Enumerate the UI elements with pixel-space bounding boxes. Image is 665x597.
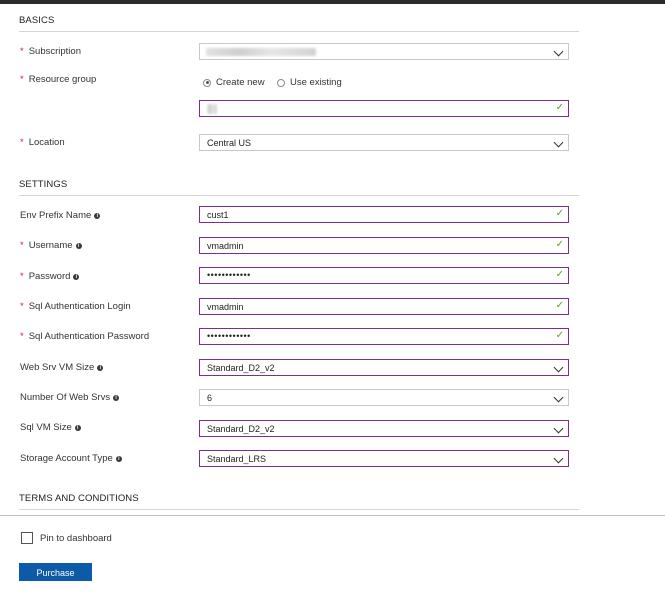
web-vm-size-value: Standard_D2_v2 <box>207 363 275 373</box>
sql-login-value: vmadmin <box>207 302 244 312</box>
redacted-value <box>207 104 217 114</box>
info-icon[interactable]: i <box>97 365 104 371</box>
check-icon: ✓ <box>555 269 564 280</box>
check-icon: ✓ <box>555 208 564 219</box>
num-web-srvs-value: 6 <box>207 393 213 403</box>
required-marker: * <box>20 271 24 282</box>
sql-login-label: * Sql Authentication Login <box>20 301 131 312</box>
location-select[interactable]: Central US <box>199 134 569 151</box>
info-icon[interactable]: i <box>94 213 101 219</box>
check-icon: ✓ <box>555 300 564 311</box>
num-web-srvs-select[interactable]: 6 <box>199 389 569 406</box>
sql-vm-size-value: Standard_D2_v2 <box>207 424 275 434</box>
info-icon[interactable]: i <box>115 456 122 462</box>
info-icon[interactable]: i <box>73 274 80 280</box>
required-marker: * <box>20 46 24 57</box>
section-terms-title[interactable]: TERMS AND CONDITIONS <box>19 493 139 504</box>
sql-login-input[interactable]: vmadmin ✓ <box>199 298 569 315</box>
info-icon[interactable]: i <box>113 395 120 401</box>
chevron-down-icon <box>553 392 564 403</box>
purchase-button[interactable]: Purchase <box>19 563 92 581</box>
env-prefix-input[interactable]: cust1 ✓ <box>199 206 569 223</box>
check-icon: ✓ <box>555 330 564 341</box>
sql-password-value: •••••••••••• <box>207 331 251 341</box>
storage-type-label: Storage Account Type i <box>20 453 122 464</box>
storage-type-select[interactable]: Standard_LRS <box>199 450 569 467</box>
username-input[interactable]: vmadmin ✓ <box>199 237 569 254</box>
radio-use-existing[interactable]: Use existing <box>277 77 342 88</box>
web-vm-size-label: Web Srv VM Size i <box>20 362 104 373</box>
top-bar <box>0 0 665 4</box>
info-icon[interactable]: i <box>75 243 82 249</box>
sql-vm-size-label: Sql VM Size i <box>20 422 81 433</box>
required-marker: * <box>20 331 24 342</box>
required-marker: * <box>20 74 24 85</box>
check-icon: ✓ <box>555 102 564 113</box>
resource-group-input[interactable]: ✓ <box>199 100 569 117</box>
env-prefix-label: Env Prefix Name i <box>20 210 101 221</box>
password-value: •••••••••••• <box>207 270 251 280</box>
pin-to-dashboard-label[interactable]: Pin to dashboard <box>40 533 112 544</box>
radio-unselected-icon <box>277 78 285 87</box>
divider <box>19 195 579 196</box>
chevron-down-icon <box>553 46 564 57</box>
resource-group-label: * Resource group <box>20 74 97 85</box>
location-label: * Location <box>20 137 65 148</box>
section-basics-title: BASICS <box>19 15 55 26</box>
radio-selected-icon <box>203 78 211 87</box>
redacted-value <box>206 48 316 56</box>
chevron-down-icon <box>553 423 564 434</box>
subscription-select[interactable] <box>199 43 569 60</box>
chevron-down-icon <box>553 362 564 373</box>
required-marker: * <box>20 240 24 251</box>
chevron-down-icon <box>553 137 564 148</box>
password-input[interactable]: •••••••••••• ✓ <box>199 267 569 284</box>
chevron-down-icon <box>553 453 564 464</box>
divider <box>19 31 579 32</box>
num-web-srvs-label: Number Of Web Srvs i <box>20 392 120 403</box>
web-vm-size-select[interactable]: Standard_D2_v2 <box>199 359 569 376</box>
pin-to-dashboard-checkbox[interactable] <box>21 532 33 544</box>
required-marker: * <box>20 301 24 312</box>
required-marker: * <box>20 137 24 148</box>
sql-vm-size-select[interactable]: Standard_D2_v2 <box>199 420 569 437</box>
subscription-label: * Subscription <box>20 46 81 57</box>
sql-password-input[interactable]: •••••••••••• ✓ <box>199 328 569 345</box>
sql-password-label: * Sql Authentication Password <box>20 331 150 342</box>
env-prefix-value: cust1 <box>207 210 229 220</box>
section-settings-title: SETTINGS <box>19 179 68 190</box>
footer-divider <box>0 515 665 516</box>
username-label: * Username i <box>20 240 82 251</box>
check-icon: ✓ <box>555 239 564 250</box>
storage-type-value: Standard_LRS <box>207 454 267 464</box>
info-icon[interactable]: i <box>74 425 81 431</box>
password-label: * Password i <box>20 271 80 282</box>
radio-create-new[interactable]: Create new <box>203 77 265 88</box>
username-value: vmadmin <box>207 241 244 251</box>
divider <box>19 509 579 510</box>
location-value: Central US <box>207 138 252 148</box>
